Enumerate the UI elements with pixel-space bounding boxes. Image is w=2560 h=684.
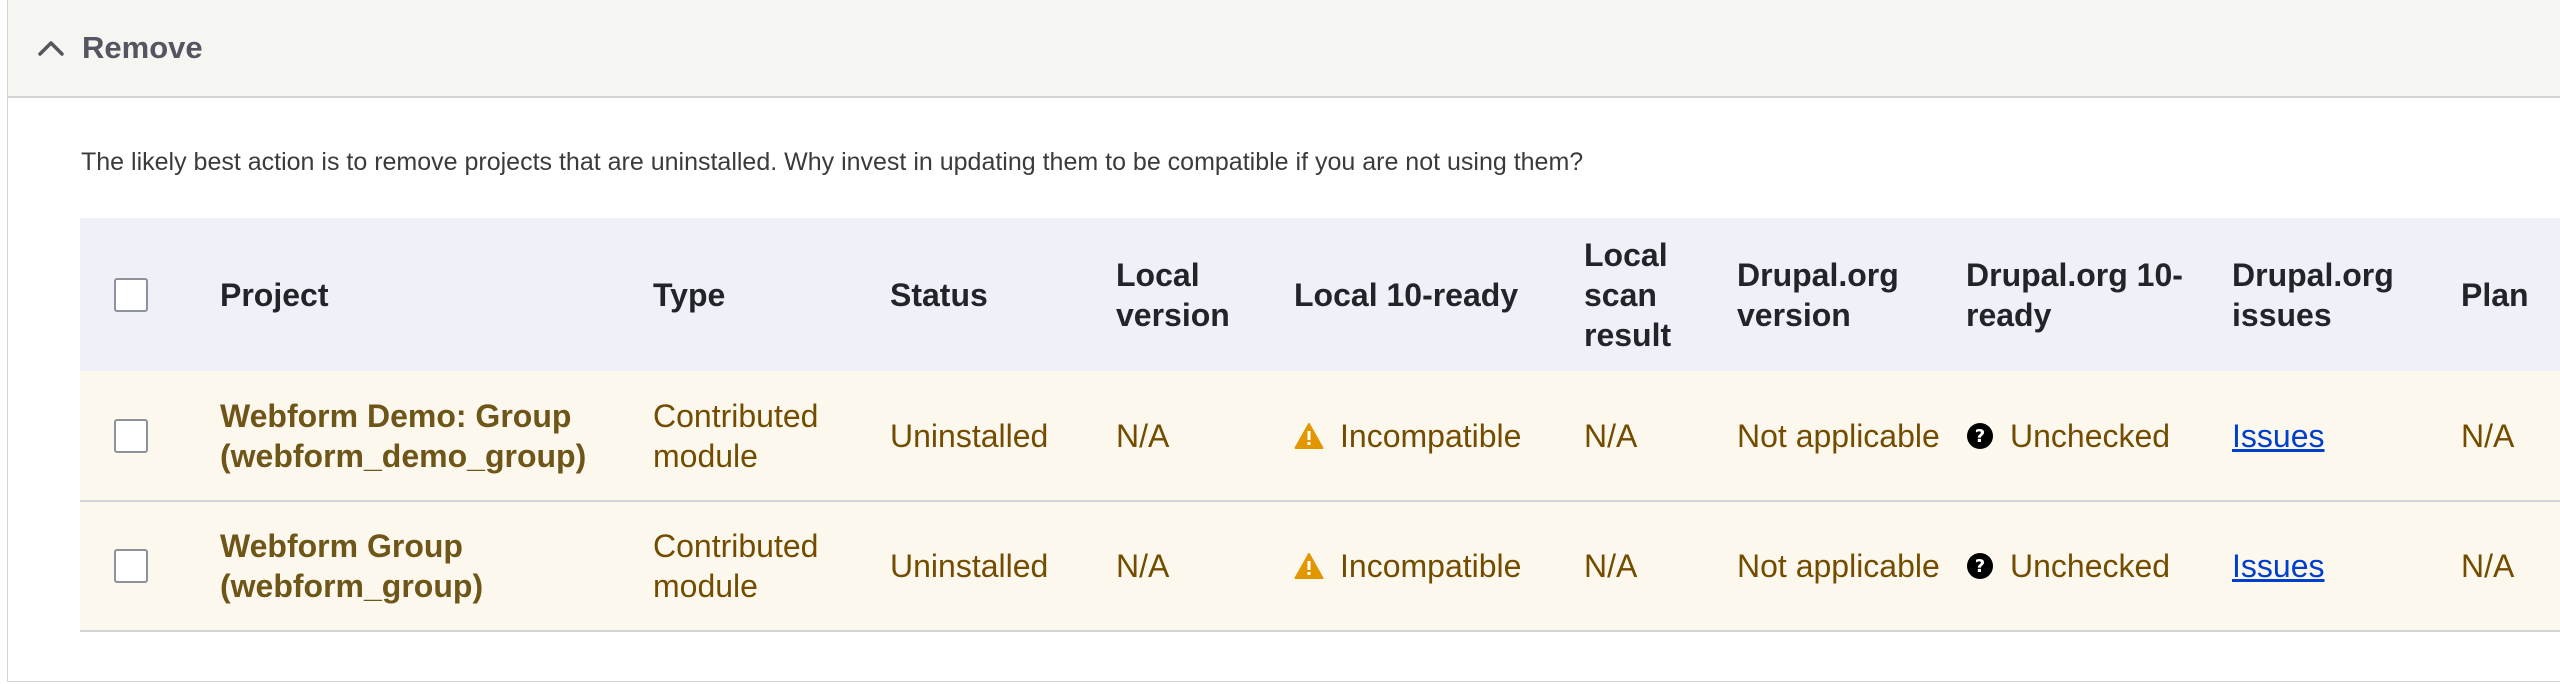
local-ready-text: Incompatible: [1340, 548, 1522, 584]
project-type: Contributed module: [653, 397, 819, 474]
project-name: Webform Group (webform_group): [220, 528, 484, 604]
select-all-cell: [80, 218, 220, 371]
section-title: Remove: [82, 30, 203, 65]
local-ready-text: Incompatible: [1340, 417, 1522, 454]
header-type: Type: [653, 276, 726, 313]
header-local-ready: Local 10-ready: [1294, 276, 1519, 313]
table-row: Webform Demo: Group (webform_demo_group)…: [80, 371, 2560, 501]
drupal-issues: Issues: [2232, 501, 2461, 631]
issues-link[interactable]: Issues: [2232, 548, 2324, 584]
svg-text:?: ?: [1975, 556, 1985, 577]
help-icon: ?: [1967, 553, 1993, 579]
header-drupal-issues: Drupal.org issues: [2232, 256, 2394, 333]
row-select-cell: [80, 501, 220, 631]
local-version: N/A: [1116, 548, 1170, 584]
warning-icon: [1294, 422, 1324, 449]
local-scan: N/A: [1584, 417, 1638, 454]
select-all-checkbox[interactable]: [114, 277, 148, 312]
header-local-scan: Local scan result: [1584, 236, 1672, 353]
project-name: Webform Demo: Group (webform_demo_group): [220, 397, 587, 474]
section-toggle[interactable]: Remove: [8, 0, 2560, 98]
chevron-up-icon: [36, 33, 66, 63]
table-row: Webform Group (webform_group) Contribute…: [80, 501, 2560, 631]
project-status: Uninstalled: [890, 417, 1049, 454]
drupal-issues: Issues: [2232, 371, 2461, 501]
issues-link[interactable]: Issues: [2232, 418, 2324, 454]
drupal-ready: ? Unchecked: [1966, 501, 2232, 631]
row-select-cell: [80, 371, 220, 501]
warning-icon: [1294, 553, 1324, 579]
header-drupal-ready: Drupal.org 10-ready: [1966, 256, 2183, 333]
remove-section: Remove The likely best action is to remo…: [7, 0, 2560, 682]
project-status: Uninstalled: [890, 548, 1049, 584]
local-ready: Incompatible: [1294, 501, 1584, 631]
drupal-ready: ? Unchecked: [1966, 371, 2232, 501]
header-drupal-version: Drupal.org version: [1737, 256, 1899, 333]
help-icon: ?: [1967, 422, 1993, 449]
projects-table: Project Type Status Local version Local …: [80, 218, 2560, 632]
plan: N/A: [2461, 548, 2515, 584]
drupal-version: Not applicable: [1737, 417, 1940, 454]
local-version: N/A: [1116, 417, 1170, 454]
section-description: The likely best action is to remove proj…: [81, 148, 1584, 176]
drupal-version: Not applicable: [1737, 548, 1940, 584]
local-ready: Incompatible: [1294, 371, 1584, 501]
header-local-version: Local version: [1116, 256, 1230, 333]
header-project[interactable]: Project: [220, 218, 653, 371]
table-header-row: Project Type Status Local version Local …: [80, 218, 2560, 371]
header-status: Status: [890, 276, 988, 313]
local-scan: N/A: [1584, 548, 1638, 584]
header-plan: Plan: [2461, 276, 2529, 313]
svg-text:?: ?: [1975, 426, 1985, 447]
row-checkbox[interactable]: [114, 418, 148, 453]
plan: N/A: [2461, 417, 2515, 454]
drupal-ready-text: Unchecked: [2010, 417, 2171, 454]
row-checkbox[interactable]: [114, 549, 148, 583]
project-type: Contributed module: [653, 528, 819, 604]
drupal-ready-text: Unchecked: [2010, 548, 2171, 584]
